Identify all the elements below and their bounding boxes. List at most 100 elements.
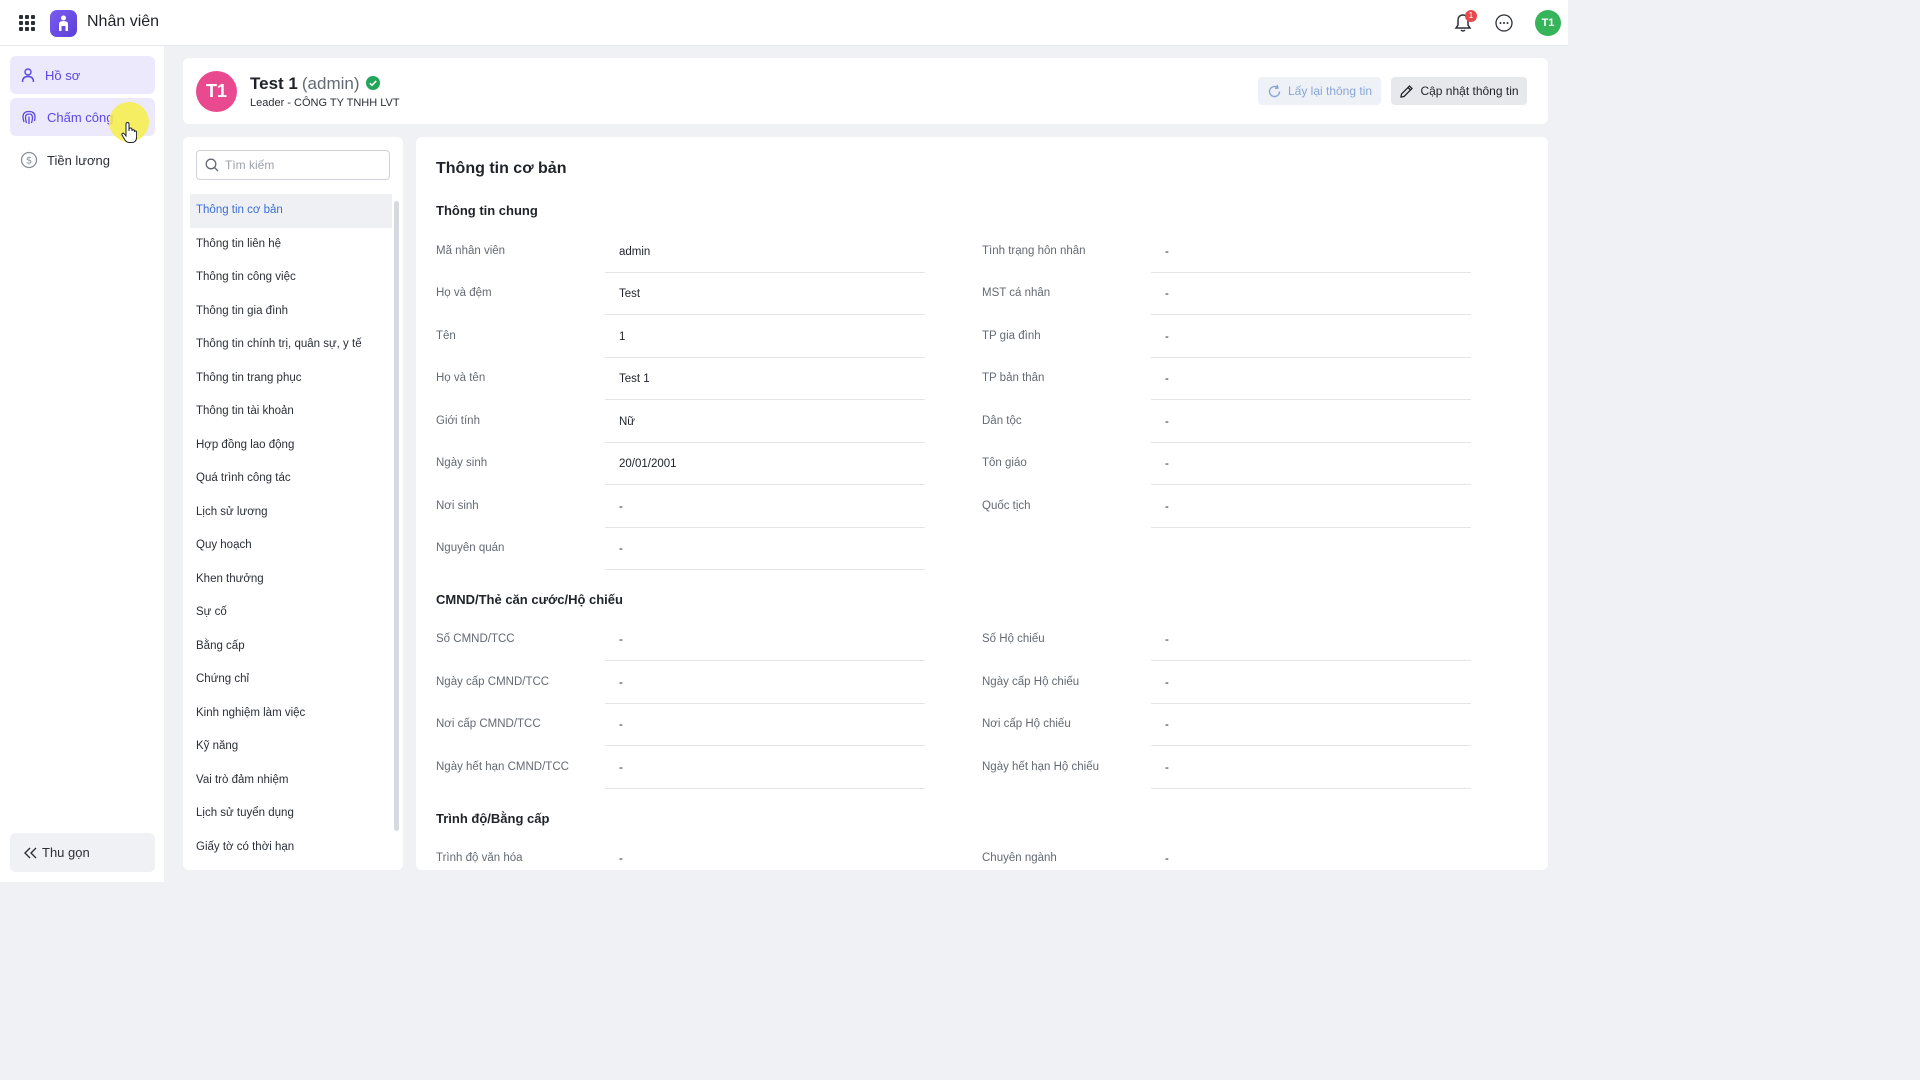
hand-cursor-icon (121, 122, 137, 143)
education-heading: Trình độ/Bằng cấp (436, 811, 550, 826)
field-label: Ngày hết hạn Hộ chiếu (982, 761, 1099, 773)
nav-scrollbar[interactable] (394, 201, 399, 831)
field-value: - (1151, 852, 1471, 870)
field-label: TP bản thân (982, 372, 1045, 384)
field-label: Ngày sinh (436, 457, 488, 469)
field-label: Ngày cấp CMND/TCC (436, 676, 550, 688)
field-label: MST cá nhân (982, 287, 1051, 299)
field-value: Test (605, 287, 925, 315)
main-content-panel: Thông tin cơ bản Thông tin chung Mã nhân… (416, 137, 1548, 870)
nav-item-roles[interactable]: Vai trò đảm nhiệm (190, 764, 392, 798)
nav-item-basic-info[interactable]: Thông tin cơ bản (190, 194, 392, 228)
reload-label: Lấy lại thông tin (1287, 84, 1373, 98)
nav-item-incidents[interactable]: Sự cố (190, 596, 392, 630)
field-value: - (1151, 287, 1471, 315)
top-bar: Nhân viên 1 T1 (0, 0, 1568, 46)
field-value: Nữ (605, 415, 925, 443)
app-logo (50, 10, 77, 37)
field-label: Họ và đệm (436, 287, 492, 299)
field-value: 1 (605, 330, 925, 358)
field-label: Số Hộ chiếu (982, 633, 1045, 645)
field-label: Trình độ văn hóa (436, 852, 523, 864)
nav-item-job-info[interactable]: Thông tin công việc (190, 261, 392, 295)
sidebar-item-label: Chấm công (47, 109, 114, 125)
identity-heading: CMND/Thẻ căn cước/Hộ chiếu (436, 592, 623, 607)
nav-item-family-info[interactable]: Thông tin gia đình (190, 295, 392, 329)
field-label: Chuyên ngành (982, 852, 1057, 864)
nav-item-work-experience[interactable]: Kinh nghiệm làm việc (190, 697, 392, 731)
update-info-button[interactable]: Cập nhật thông tin (1391, 77, 1527, 105)
sidebar: Hồ sơ Chấm công $ Tiền lương Thu gọn (0, 46, 164, 882)
field-value: - (605, 761, 925, 789)
field-value: - (1151, 245, 1471, 273)
nav-item-certificates[interactable]: Chứng chỉ (190, 663, 392, 697)
general-info-heading: Thông tin chung (436, 203, 538, 218)
field-label: Nguyên quán (436, 542, 505, 554)
nav-item-salary-history[interactable]: Lịch sử lương (190, 496, 392, 530)
collapse-sidebar-button[interactable]: Thu gọn (10, 833, 155, 872)
refresh-icon (1268, 84, 1281, 97)
field-label: Nơi sinh (436, 500, 479, 512)
field-value: 20/01/2001 (605, 457, 925, 485)
field-value: - (1151, 761, 1471, 789)
apps-grid-icon[interactable] (19, 15, 35, 31)
sidebar-item-label: Hồ sơ (45, 67, 81, 83)
nav-item-contact-info[interactable]: Thông tin liên hệ (190, 228, 392, 262)
pencil-icon (1400, 84, 1414, 98)
field-value: - (605, 718, 925, 746)
profile-avatar: T1 (196, 71, 237, 112)
nav-item-uniform-info[interactable]: Thông tin trang phục (190, 362, 392, 396)
nav-item-skills[interactable]: Kỹ năng (190, 730, 392, 764)
field-label: TP gia đình (982, 330, 1041, 342)
field-value: Test 1 (605, 372, 925, 400)
nav-item-planning[interactable]: Quy hoạch (190, 529, 392, 563)
section-nav-list: Thông tin cơ bản Thông tin liên hệ Thông… (190, 194, 392, 864)
profile-name: Test 1 (admin) (250, 74, 360, 94)
field-label: Mã nhân viên (436, 245, 506, 257)
reload-info-button[interactable]: Lấy lại thông tin (1258, 77, 1381, 105)
field-value: - (1151, 718, 1471, 746)
nav-item-political-military-health[interactable]: Thông tin chính trị, quân sự, y tế (190, 328, 392, 362)
page-title: Thông tin cơ bản (436, 160, 567, 177)
svg-text:$: $ (26, 156, 32, 167)
nav-item-rewards[interactable]: Khen thưởng (190, 563, 392, 597)
field-label: Họ và tên (436, 372, 486, 384)
field-value: - (1151, 676, 1471, 704)
nav-item-account-info[interactable]: Thông tin tài khoản (190, 395, 392, 429)
field-value: - (1151, 500, 1471, 528)
more-options-icon[interactable] (1494, 13, 1514, 33)
user-avatar[interactable]: T1 (1535, 10, 1561, 36)
nav-item-degrees[interactable]: Bằng cấp (190, 630, 392, 664)
update-label: Cập nhật thông tin (1420, 84, 1519, 98)
sidebar-item-label: Tiền lương (47, 152, 110, 168)
sidebar-item-salary[interactable]: $ Tiền lương (10, 141, 155, 179)
fingerprint-icon (22, 110, 36, 124)
nav-item-recruitment-history[interactable]: Lịch sử tuyển dụng (190, 797, 392, 831)
profile-header: T1 Test 1 (admin) Leader - CÔNG TY TNHH L… (183, 58, 1548, 124)
field-label: Tình trạng hôn nhân (982, 245, 1086, 257)
section-nav-panel: Thông tin cơ bản Thông tin liên hệ Thông… (183, 137, 403, 870)
field-value: - (1151, 330, 1471, 358)
dollar-circle-icon: $ (20, 151, 38, 169)
nav-item-documents[interactable]: Giấy tờ có thời hạn (190, 831, 392, 865)
app-title: Nhân viên (87, 13, 160, 30)
nav-item-labor-contract[interactable]: Hợp đồng lao động (190, 429, 392, 463)
field-label: Ngày hết hạn CMND/TCC (436, 761, 569, 773)
collapse-label: Thu gọn (42, 845, 90, 860)
sidebar-item-profile[interactable]: Hồ sơ (10, 56, 155, 94)
field-value: - (605, 852, 925, 870)
field-value: - (1151, 372, 1471, 400)
field-label: Ngày cấp Hộ chiếu (982, 676, 1080, 688)
field-label: Quốc tịch (982, 500, 1031, 512)
verified-check-icon (366, 76, 380, 90)
search-box[interactable] (196, 150, 390, 180)
field-value: - (605, 500, 925, 528)
field-label: Nơi cấp Hộ chiếu (982, 718, 1071, 730)
search-icon (205, 158, 219, 172)
profile-name-text: Test 1 (250, 74, 298, 93)
notification-badge: 1 (1465, 10, 1477, 22)
field-value: - (605, 542, 925, 570)
nav-item-work-history[interactable]: Quá trình công tác (190, 462, 392, 496)
search-input[interactable] (225, 158, 385, 172)
user-icon (21, 68, 35, 83)
